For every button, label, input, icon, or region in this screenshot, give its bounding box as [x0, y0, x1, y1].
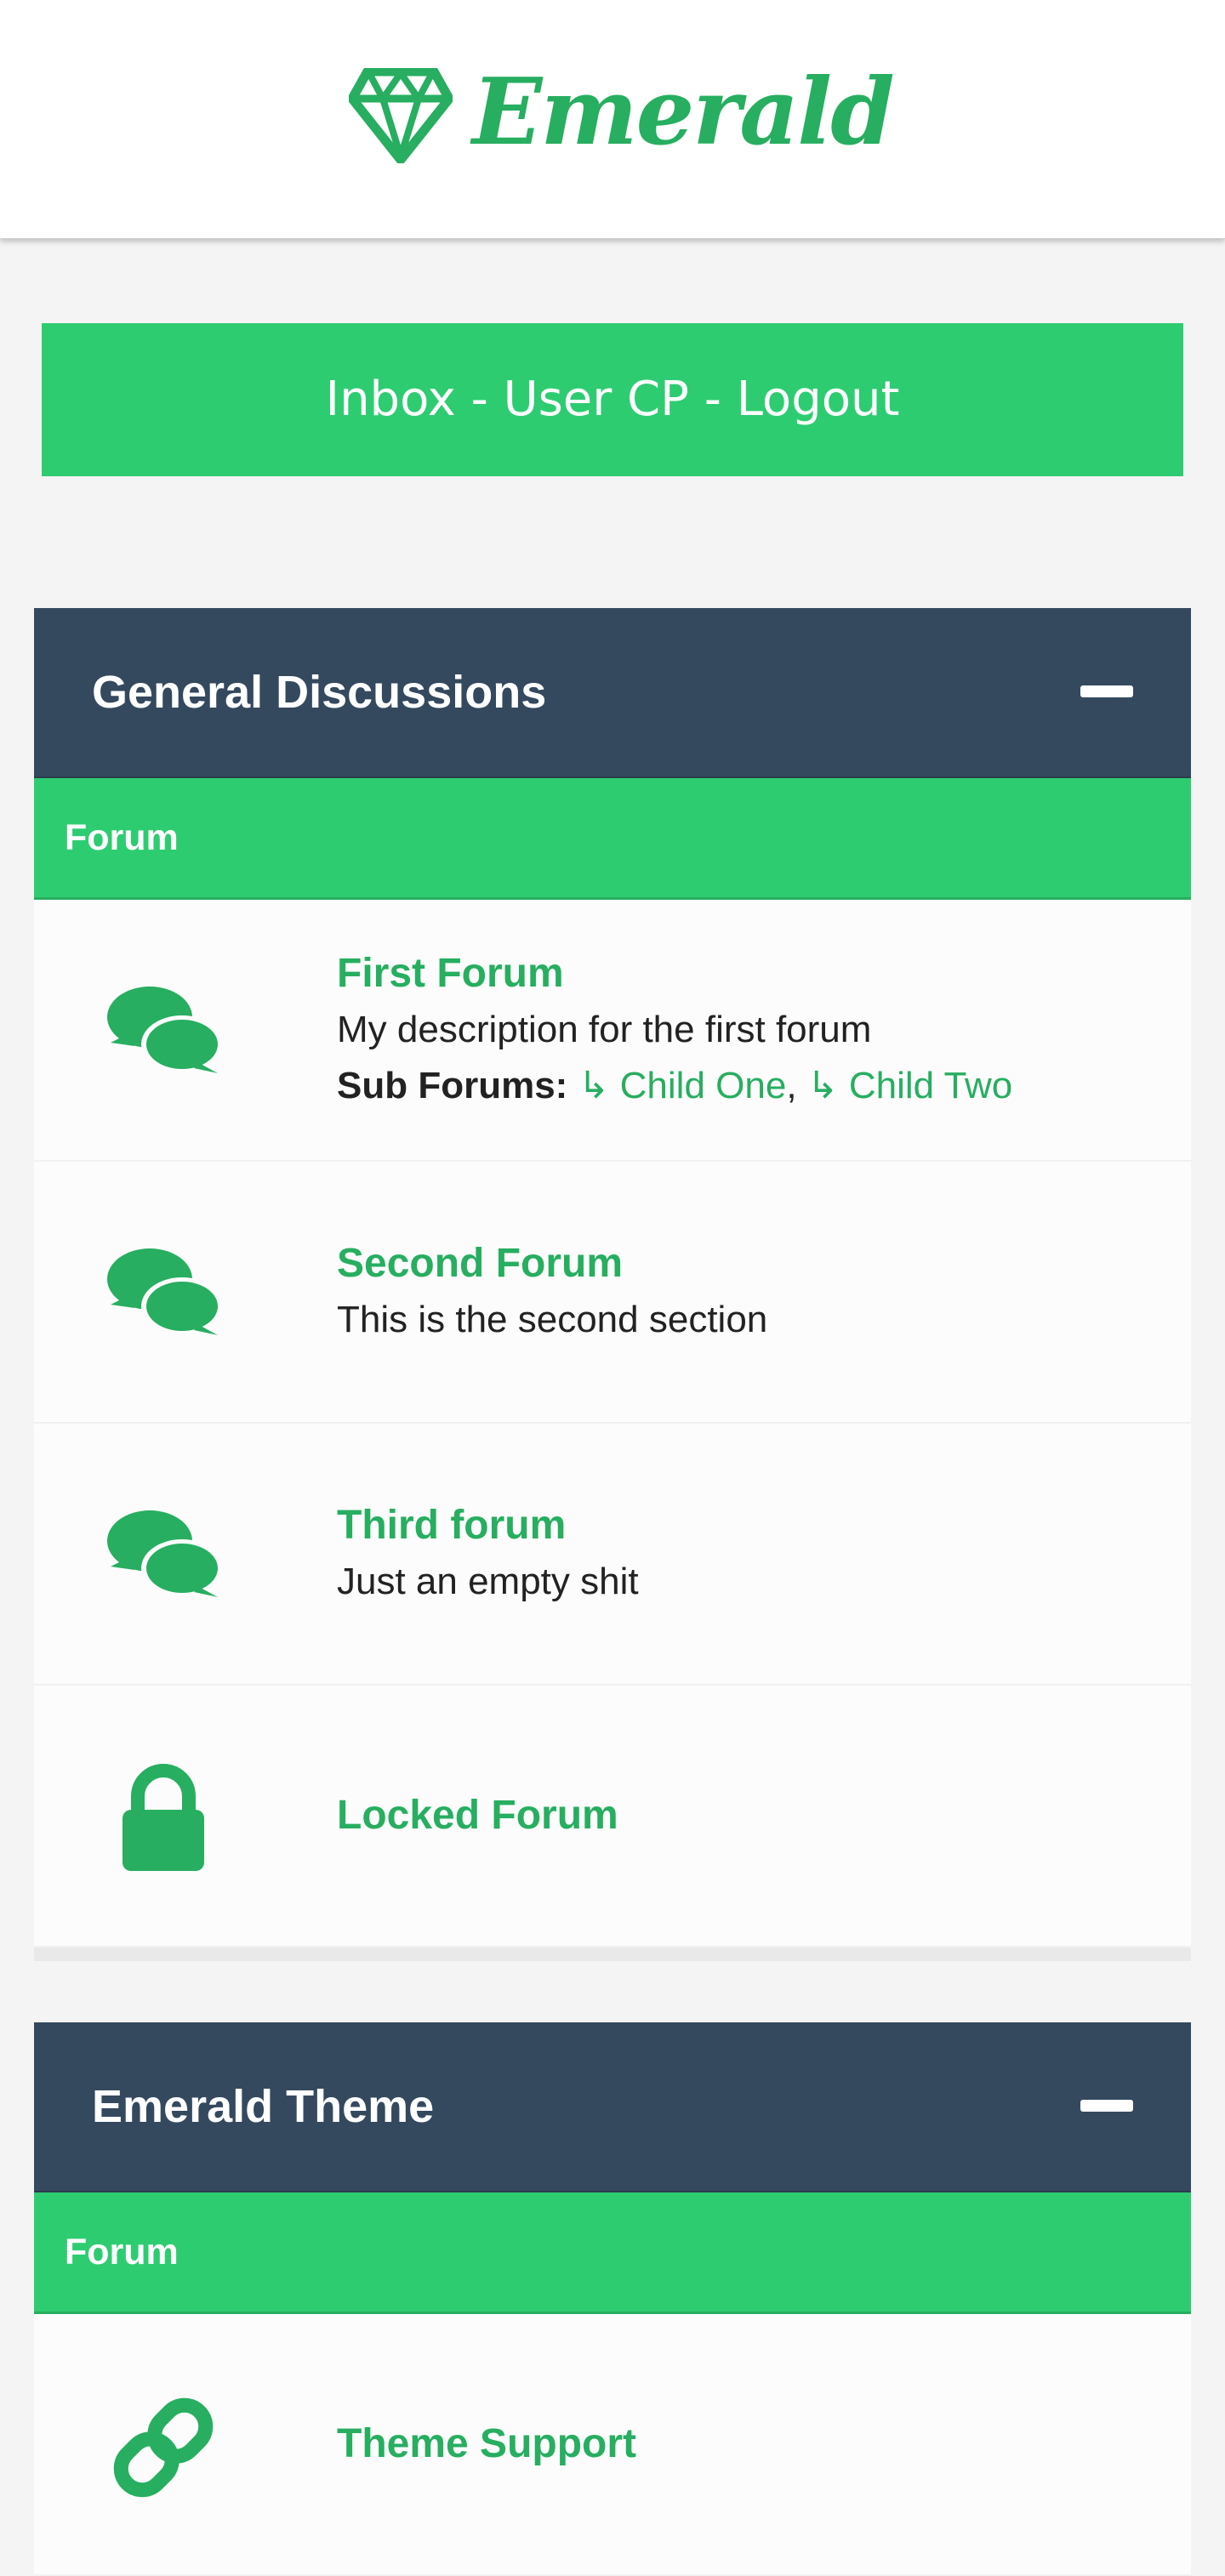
forum-description: Just an empty shit: [337, 1561, 639, 1602]
category-header: General Discussions: [34, 608, 1191, 778]
subforums-list: Sub Forums: ↳ Child One, ↳ Child Two: [337, 1058, 1012, 1114]
subforum-link-child-one[interactable]: ↳ Child One: [578, 1065, 787, 1106]
forum-title-link[interactable]: First Forum: [337, 946, 1012, 1002]
subforum-link-child-two[interactable]: ↳ Child Two: [807, 1065, 1012, 1106]
site-logo-text[interactable]: Emerald: [472, 58, 895, 167]
forum-row: Second Forum This is the second section: [34, 1162, 1191, 1424]
forum-column-header: Forum: [34, 778, 1191, 900]
category-emerald-theme: Emerald Theme Forum Theme Support: [34, 2022, 1191, 2576]
user-nav-bar[interactable]: Inbox - User CP - Logout: [42, 323, 1183, 476]
category-title: General Discussions: [92, 667, 547, 718]
lock-icon: [122, 1764, 204, 1871]
forum-row: Theme Support: [34, 2314, 1191, 2576]
category-title: Emerald Theme: [92, 2081, 435, 2132]
forum-description: This is the second section: [337, 1299, 768, 1340]
collapse-toggle-icon[interactable]: [1080, 2100, 1133, 2112]
diamond-icon[interactable]: [349, 68, 453, 163]
forum-title-link[interactable]: Theme Support: [337, 2416, 636, 2472]
forum-title-link[interactable]: Third forum: [337, 1498, 639, 1554]
comments-icon: [107, 1248, 223, 1335]
subforums-label: Sub Forums:: [337, 1065, 568, 1106]
comments-icon: [107, 1510, 223, 1597]
forum-column-header: Forum: [34, 2192, 1191, 2314]
forum-title-link[interactable]: Locked Forum: [337, 1788, 618, 1844]
category-footer: [34, 1948, 1191, 1961]
forum-row: Third forum Just an empty shit: [34, 1424, 1191, 1686]
subforum-separator: ,: [786, 1065, 807, 1106]
comments-icon: [107, 987, 223, 1073]
forum-title-link[interactable]: Second Forum: [337, 1236, 767, 1292]
forum-row: First Forum My description for the first…: [34, 900, 1191, 1162]
site-header: Emerald: [0, 0, 1225, 239]
link-icon: [113, 2397, 214, 2498]
collapse-toggle-icon[interactable]: [1080, 685, 1133, 697]
forum-row: Locked Forum: [34, 1686, 1191, 1948]
category-general-discussions: General Discussions Forum First Forum My…: [34, 608, 1191, 1961]
category-header: Emerald Theme: [34, 2022, 1191, 2192]
forum-description: My description for the first forum: [337, 1009, 872, 1050]
